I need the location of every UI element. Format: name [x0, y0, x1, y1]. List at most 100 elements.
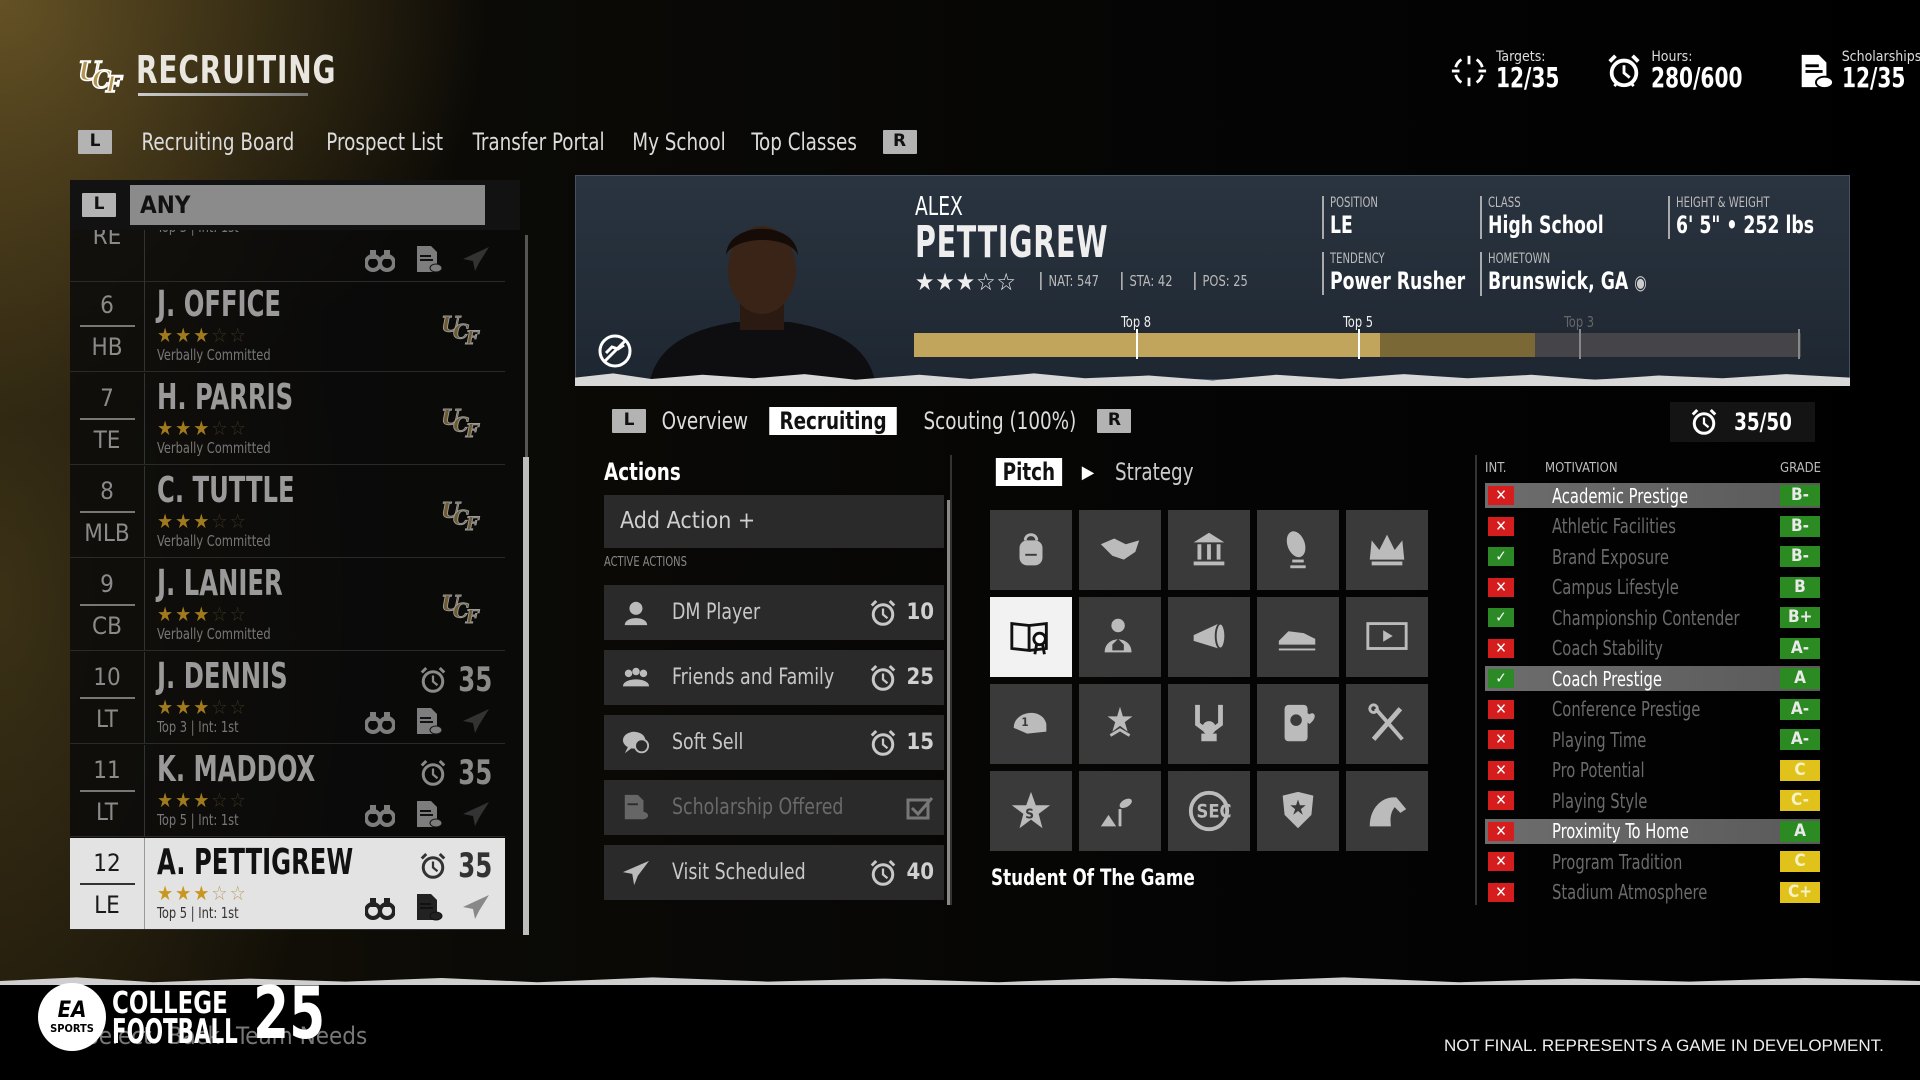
- actions-heading: Actions: [604, 458, 681, 486]
- rank-number: 10: [93, 662, 121, 691]
- tab-right-bumper[interactable]: R: [1097, 409, 1132, 433]
- action-item[interactable]: Visit Scheduled 40: [604, 845, 944, 900]
- action-item[interactable]: Friends and Family 25: [604, 650, 944, 705]
- position-abbrev: CB: [92, 611, 122, 640]
- tab-recruiting[interactable]: Recruiting: [768, 407, 897, 435]
- motivation-row[interactable]: ✕ Stadium Atmosphere C+: [1485, 880, 1820, 905]
- list-scrollbar-thumb[interactable]: [523, 457, 529, 935]
- tab-left-bumper[interactable]: L: [612, 409, 646, 433]
- pitch-tile[interactable]: [1168, 684, 1250, 764]
- motivation-row[interactable]: ✕ Playing Time A-: [1485, 727, 1820, 752]
- nav-transfer-portal[interactable]: Transfer Portal: [473, 128, 605, 156]
- filter-bumper[interactable]: L: [82, 193, 116, 217]
- prospect-row[interactable]: 12 LE A. PETTIGREW ★★★☆☆ Top 5 | Int: 1s…: [70, 838, 505, 930]
- nav-my-school[interactable]: My School: [633, 128, 726, 156]
- motivation-row[interactable]: ✕ Pro Potential C: [1485, 758, 1820, 783]
- plane-icon[interactable]: [461, 800, 491, 828]
- prospect-status-icons: [365, 800, 491, 828]
- pitch-tile[interactable]: [1079, 684, 1161, 764]
- plane-icon[interactable]: [461, 707, 491, 735]
- add-action-button[interactable]: Add Action +: [604, 495, 944, 548]
- rank-position-cell: 11 LT: [70, 745, 145, 836]
- motivation-row[interactable]: ✕ Program Tradition C: [1485, 849, 1820, 874]
- pitch-tile[interactable]: 1: [990, 684, 1072, 764]
- pitch-tile[interactable]: [1346, 771, 1428, 851]
- action-item[interactable]: Soft Sell 15: [604, 715, 944, 770]
- pitch-tile[interactable]: [1346, 684, 1428, 764]
- prospect-row[interactable]: 6 HB J. OFFICE ★★★☆☆ Verbally Committed …: [70, 280, 505, 372]
- binoculars-icon[interactable]: [365, 893, 395, 921]
- star-filled-icon: ★: [157, 695, 176, 719]
- motivation-row[interactable]: ✕ Athletic Facilities B-: [1485, 514, 1820, 539]
- action-item[interactable]: DM Player 10: [604, 585, 944, 640]
- nav-prospect-list[interactable]: Prospect List: [326, 128, 443, 156]
- position-rank: POS: 25: [1193, 272, 1248, 290]
- binoculars-icon[interactable]: [365, 245, 395, 273]
- pitch-tile[interactable]: [1079, 510, 1161, 590]
- prospect-row[interactable]: 11 LT K. MADDOX ★★★☆☆ Top 5 | Int: 1st 3…: [70, 745, 505, 837]
- pitch-tile[interactable]: [1168, 510, 1250, 590]
- prospect-row[interactable]: 8 MLB C. TUTTLE ★★★☆☆ Verbally Committed…: [70, 466, 505, 558]
- nav-left-bumper[interactable]: L: [78, 130, 112, 154]
- pitch-tile[interactable]: [1257, 597, 1339, 677]
- nav-recruiting-board[interactable]: Recruiting Board: [141, 128, 294, 156]
- nav-right-bumper[interactable]: R: [882, 130, 917, 154]
- check-icon: ✓: [1488, 669, 1514, 688]
- prospect-row[interactable]: 7 TE H. PARRIS ★★★☆☆ Verbally Committed …: [70, 373, 505, 465]
- stat-hours: Hours: 280/600: [1605, 50, 1765, 92]
- scholarship-offer-icon[interactable]: [413, 800, 443, 828]
- tab-scouting[interactable]: Scouting (100%): [923, 407, 1076, 435]
- motivation-row[interactable]: ✕ Proximity To Home A: [1485, 818, 1820, 844]
- pitch-tile[interactable]: [990, 510, 1072, 590]
- binoculars-icon[interactable]: [365, 800, 395, 828]
- tab-pitch[interactable]: Pitch: [995, 458, 1062, 486]
- position-abbrev: MLB: [84, 518, 130, 547]
- pitch-tile[interactable]: [1257, 510, 1339, 590]
- scholarship-offer-icon[interactable]: [413, 893, 443, 921]
- motivation-row[interactable]: ✓ Brand Exposure B-: [1485, 544, 1820, 569]
- nav-top-classes[interactable]: Top Classes: [752, 128, 858, 156]
- tab-overview[interactable]: Overview: [662, 407, 748, 435]
- action-label: Scholarship Offered: [672, 795, 844, 820]
- pitch-tile[interactable]: [1168, 597, 1250, 677]
- star-empty-icon: ☆: [229, 695, 248, 719]
- scholarship-offer-icon[interactable]: [413, 707, 443, 735]
- motivation-row[interactable]: ✕ Academic Prestige B-: [1485, 483, 1820, 508]
- pitch-tile[interactable]: [990, 597, 1072, 677]
- pitch-tile[interactable]: [1346, 597, 1428, 677]
- pitch-tile[interactable]: SEC: [1168, 771, 1250, 851]
- motivation-row[interactable]: ✕ Campus Lifestyle B: [1485, 575, 1820, 600]
- check-icon: ✓: [1488, 608, 1514, 627]
- alarm-clock-icon: [1608, 54, 1640, 88]
- position-filter-dropdown[interactable]: ANY: [130, 185, 485, 225]
- stars-burst-icon: [1107, 706, 1133, 737]
- cost-value: 10: [906, 600, 934, 625]
- megaphone-icon: [1193, 622, 1227, 650]
- pitch-tile[interactable]: S: [990, 771, 1072, 851]
- horse-icon: [1369, 797, 1407, 827]
- motivation-row[interactable]: ✕ Playing Style C-: [1485, 788, 1820, 813]
- pitch-tile[interactable]: [1079, 597, 1161, 677]
- action-item[interactable]: Scholarship Offered: [604, 780, 944, 835]
- pitch-tile[interactable]: [1257, 771, 1339, 851]
- motivation-row[interactable]: ✕ Coach Stability A-: [1485, 636, 1820, 661]
- brand-number: 25: [252, 971, 325, 1055]
- svg-text:S: S: [1025, 808, 1034, 823]
- motivation-row[interactable]: ✕ Conference Prestige A-: [1485, 697, 1820, 722]
- prospect-status-text: Verbally Committed: [157, 346, 271, 364]
- pitch-tile[interactable]: [1346, 510, 1428, 590]
- prospect-row[interactable]: 10 LT J. DENNIS ★★★☆☆ Top 3 | Int: 1st 3…: [70, 652, 505, 744]
- pitch-tile[interactable]: [1079, 771, 1161, 851]
- plane-icon[interactable]: [461, 245, 491, 273]
- tab-strategy[interactable]: Strategy: [1115, 458, 1194, 486]
- prospect-row[interactable]: 9 CB J. LANIER ★★★☆☆ Verbally Committed …: [70, 559, 505, 651]
- plane-icon[interactable]: [461, 893, 491, 921]
- rank-position-cell: 8 MLB: [70, 466, 145, 557]
- pitch-tile[interactable]: [1257, 684, 1339, 764]
- scholarship-offer-icon[interactable]: [413, 245, 443, 273]
- prospect-name: K. MADDOX: [157, 749, 316, 790]
- motivation-row[interactable]: ✓ Championship Contender B+: [1485, 605, 1820, 630]
- binoculars-icon[interactable]: [365, 707, 395, 735]
- motivation-row[interactable]: ✓ Coach Prestige A: [1485, 666, 1820, 691]
- map-pin-icon[interactable]: ◉: [1634, 270, 1647, 294]
